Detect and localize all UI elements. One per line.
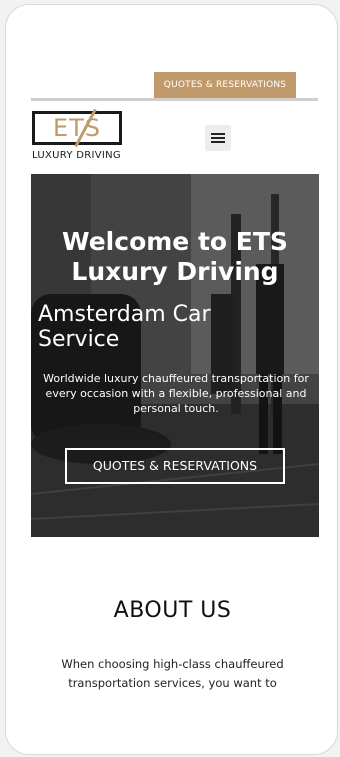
- hero-title: Welcome to ETS Luxury Driving: [62, 227, 288, 286]
- about-heading: ABOUT US: [113, 598, 232, 623]
- header-divider: [31, 98, 318, 101]
- hero-quotes-reservations-button[interactable]: QUOTES & RESERVATIONS: [65, 448, 285, 484]
- logo-tagline: LUXURY DRIVING: [32, 150, 121, 161]
- phone-frame: QUOTES & RESERVATIONS ETS LUXURY DRIVING: [5, 4, 338, 755]
- logo-letters: ETS: [52, 114, 102, 142]
- quotes-reservations-button[interactable]: QUOTES & RESERVATIONS: [154, 72, 296, 98]
- about-paragraph: When choosing high-class chauffeured tra…: [61, 657, 284, 690]
- hero-description: Worldwide luxury chauffeured transportat…: [43, 372, 309, 415]
- hamburger-menu-icon[interactable]: [205, 125, 231, 151]
- ets-logo[interactable]: ETS LUXURY DRIVING: [32, 108, 132, 169]
- hero-banner: Welcome to ETS Luxury Driving Amsterdam …: [31, 174, 319, 537]
- menu-bar: [211, 137, 225, 139]
- hero-subtitle: Amsterdam Car Service: [38, 302, 211, 352]
- menu-bar: [211, 141, 225, 143]
- menu-bar: [211, 133, 225, 135]
